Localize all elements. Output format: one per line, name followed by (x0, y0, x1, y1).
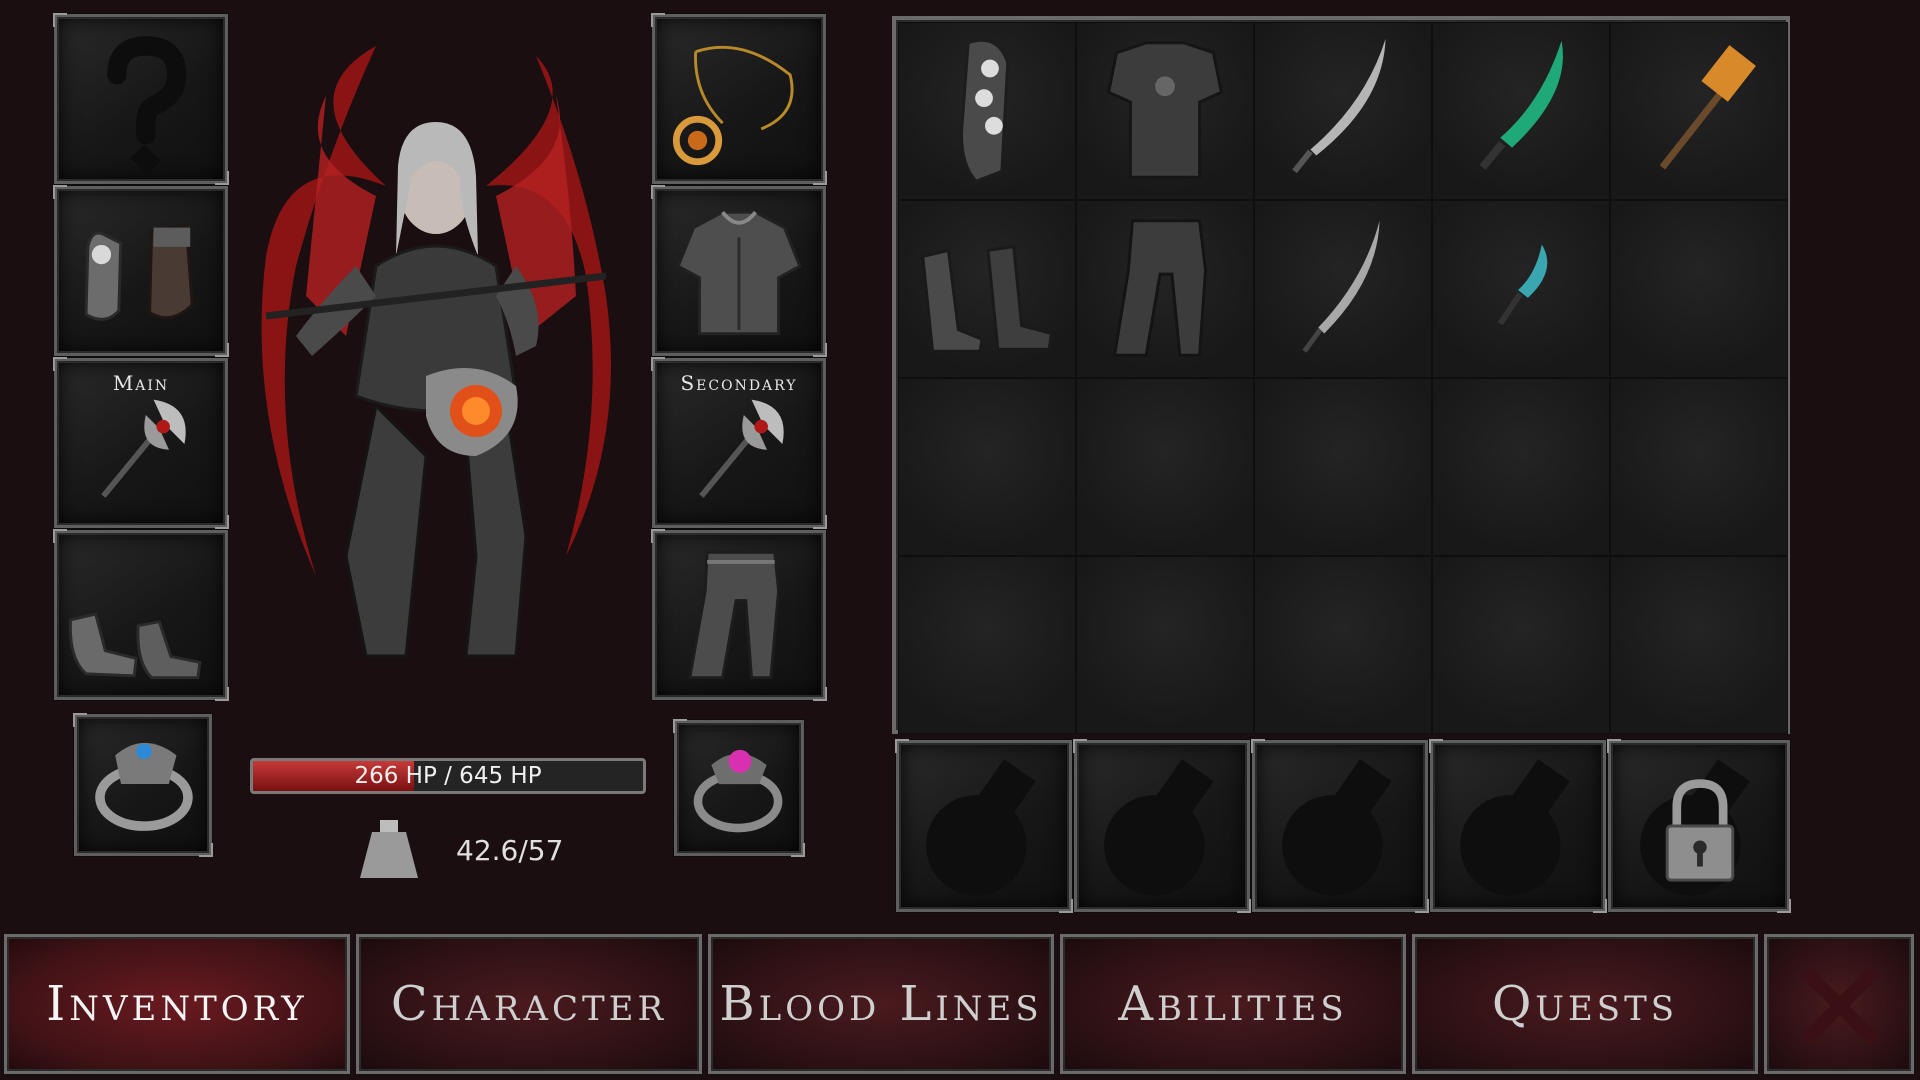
tab-abilities[interactable]: Abilities (1060, 934, 1406, 1074)
teal-dagger-icon (1497, 244, 1548, 326)
helmet-slot[interactable] (53, 13, 229, 185)
hp-text: 266 HP / 645 HP (354, 763, 542, 789)
secondary-weapon-slot[interactable]: Secondary (651, 357, 827, 529)
hp-bar: 266 HP / 645 HP (250, 758, 646, 794)
leg-armor-icon (688, 550, 781, 680)
main-weapon-slot[interactable]: Main (53, 357, 229, 529)
dark-boots-icon (921, 244, 1053, 353)
golden-warhammer-icon (1659, 45, 1756, 170)
katana-icon (1302, 220, 1380, 353)
inventory-cell[interactable] (1254, 22, 1432, 200)
war-axe-icon (699, 399, 784, 498)
tab-character-label: Character (390, 976, 668, 1032)
inventory-cell[interactable] (1432, 378, 1610, 556)
inventory-cell[interactable] (1254, 200, 1432, 378)
inventory-cell[interactable] (1076, 22, 1254, 200)
skull-gauntlet-icon (960, 38, 1010, 183)
potion-slot[interactable] (1429, 739, 1607, 913)
green-blade-sword-icon (1479, 40, 1563, 170)
close-x-icon (1800, 966, 1880, 1046)
padlock-icon (1665, 779, 1735, 882)
potion-slot[interactable] (1251, 739, 1429, 913)
tab-character[interactable]: Character (356, 934, 702, 1074)
close-button[interactable] (1764, 934, 1914, 1074)
unknown-helmet-question-icon (107, 36, 187, 175)
empty-potion-slot-icon (926, 759, 1036, 896)
curved-sword-icon (1292, 38, 1386, 174)
gloves-slot[interactable] (53, 185, 229, 357)
war-axe-icon (101, 399, 186, 498)
tab-abilities-label: Abilities (1118, 976, 1348, 1032)
inventory-cell[interactable] (1076, 378, 1254, 556)
tab-blood-lines-label: Blood Lines (719, 976, 1043, 1032)
inventory-cell[interactable] (1610, 556, 1788, 734)
tab-inventory-label: Inventory (46, 976, 308, 1032)
inventory-cell[interactable] (1432, 556, 1610, 734)
inventory-cell[interactable] (1076, 556, 1254, 734)
potion-slot[interactable] (895, 739, 1073, 913)
tab-quests-label: Quests (1491, 976, 1679, 1032)
ring-pink-gem-icon (693, 749, 783, 833)
empty-potion-slot-icon (1104, 759, 1214, 896)
winged-armored-warrior-portrait (261, 46, 611, 658)
inventory-cell[interactable] (1254, 556, 1432, 734)
potion-slot[interactable] (1073, 739, 1251, 913)
dark-leg-armor-icon (1112, 219, 1208, 357)
tab-blood-lines[interactable]: Blood Lines (708, 934, 1054, 1074)
legs-slot[interactable] (651, 529, 827, 701)
inventory-cell[interactable] (1610, 378, 1788, 556)
inventory-cell[interactable] (1432, 22, 1610, 200)
left-ring-slot[interactable] (73, 713, 213, 857)
boots-icon (68, 612, 202, 680)
chest-armor-icon (676, 210, 802, 336)
locked-potion-slot[interactable] (1607, 739, 1791, 913)
inventory-cell[interactable] (898, 22, 1076, 200)
inventory-cell[interactable] (1432, 200, 1610, 378)
right-ring-slot[interactable] (673, 719, 805, 857)
dark-chest-armor-icon (1106, 41, 1224, 179)
inventory-cell[interactable] (1610, 22, 1788, 200)
amulet-slot[interactable] (651, 13, 827, 185)
inventory-cell[interactable] (898, 556, 1076, 734)
tab-quests[interactable]: Quests (1412, 934, 1758, 1074)
weight-icon (360, 820, 418, 878)
inventory-cell[interactable] (898, 378, 1076, 556)
inventory-cell[interactable] (1076, 200, 1254, 378)
inventory-cell[interactable] (1610, 200, 1788, 378)
weight-text: 42.6/57 (456, 834, 564, 867)
gold-amulet-icon (672, 45, 794, 166)
gauntlets-icon (84, 223, 194, 321)
wolf-ring-blue-gem-icon (95, 742, 193, 831)
tab-inventory[interactable]: Inventory (4, 934, 350, 1074)
inventory-grid (892, 16, 1790, 734)
empty-potion-slot-icon (1282, 759, 1392, 896)
boots-slot[interactable] (53, 529, 229, 701)
inventory-cell[interactable] (898, 200, 1076, 378)
chest-slot[interactable] (651, 185, 827, 357)
empty-potion-slot-icon (1460, 759, 1570, 896)
inventory-cell[interactable] (1254, 378, 1432, 556)
